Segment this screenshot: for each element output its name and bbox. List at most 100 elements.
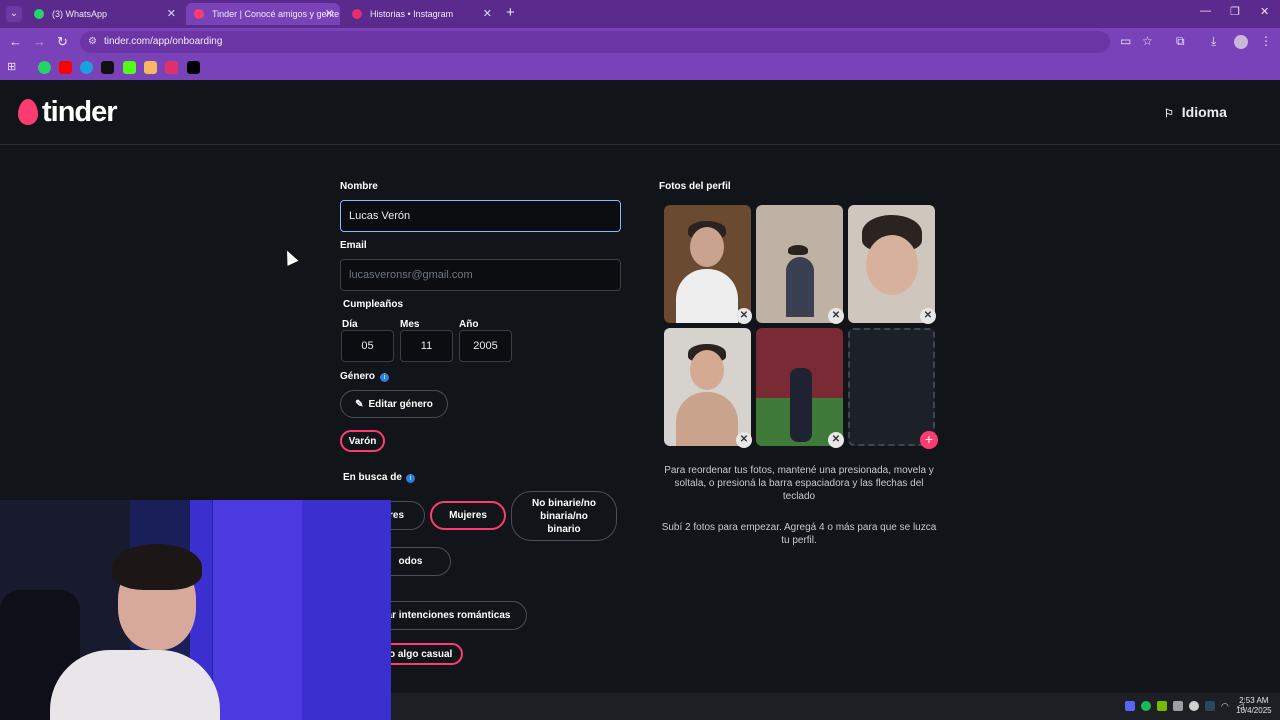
extensions-icon[interactable]: ⧉ <box>1176 34 1185 49</box>
x-icon[interactable] <box>187 61 200 74</box>
remove-photo-icon[interactable]: ✕ <box>736 308 752 324</box>
edit-gender-button[interactable]: ✎ Editar género <box>340 390 448 418</box>
info-icon[interactable]: i <box>380 373 389 382</box>
month-value: 11 <box>420 340 433 352</box>
profile-avatar[interactable] <box>1234 35 1248 49</box>
birthday-label: Cumpleaños <box>343 299 404 310</box>
tab-title: (3) WhatsApp <box>52 9 108 19</box>
gender-chip-varon[interactable]: Varón <box>340 430 385 452</box>
browser-tab-bar: ⌄ (3) WhatsApp ✕ Tinder | Conocé amigos … <box>0 0 1280 28</box>
wifi-icon[interactable]: ◠ <box>1221 701 1231 711</box>
kick-icon[interactable] <box>123 61 136 74</box>
upload-help-text: Subí 2 fotos para empezar. Agregá 4 o má… <box>661 522 937 546</box>
name-label: Nombre <box>340 181 378 192</box>
remove-photo-icon[interactable]: ✕ <box>736 432 752 448</box>
year-label: Año <box>459 319 479 330</box>
gender-value: Varón <box>348 435 377 447</box>
day-field[interactable]: 05 <box>341 330 394 362</box>
youtube-icon[interactable] <box>59 61 72 74</box>
profile-photo-2[interactable] <box>756 205 843 323</box>
edge-icon[interactable] <box>80 61 93 74</box>
address-bar[interactable]: ⚙ tinder.com/app/onboarding <box>80 31 1110 53</box>
photos-label: Fotos del perfil <box>659 181 731 192</box>
system-clock[interactable]: 2:53 AM 10/4/2025 <box>1236 696 1272 716</box>
window-close-icon[interactable]: ✕ <box>1260 5 1269 18</box>
tab-search-icon[interactable]: ⌄ <box>6 6 22 22</box>
bookmarks-bar: ⊞ <box>0 56 1280 80</box>
tab-title: Historias • Instagram <box>370 9 454 19</box>
new-tab-icon[interactable]: + <box>506 4 515 21</box>
webcam-person <box>112 544 202 590</box>
email-label: Email <box>340 240 367 251</box>
option-label: Mujeres <box>449 510 487 521</box>
option-label: No binarie/no binaria/no binario <box>532 497 596 535</box>
reorder-help-text: Para reordenar tus fotos, mantené una pr… <box>664 465 934 502</box>
info-icon[interactable]: i <box>406 474 415 483</box>
forward-icon[interactable]: → <box>33 34 46 50</box>
flame-icon <box>18 99 38 125</box>
profile-photo-3[interactable] <box>848 205 935 323</box>
back-icon[interactable]: ← <box>9 34 22 50</box>
pencil-icon: ✎ <box>355 398 364 410</box>
name-field[interactable]: Lucas Verón <box>340 200 621 232</box>
photo-content <box>676 269 738 323</box>
mail-icon[interactable] <box>144 61 157 74</box>
add-photo-icon[interactable]: + <box>920 431 938 449</box>
close-icon[interactable]: ✕ <box>325 3 334 25</box>
option-label: odos <box>398 556 423 567</box>
email-field[interactable]: lucasveronsr@gmail.com <box>340 259 621 291</box>
tab-tinder[interactable]: Tinder | Conocé amigos y gente ✕ <box>186 3 340 25</box>
spotify-icon[interactable] <box>1141 701 1151 711</box>
seeking-option-no-binarie[interactable]: No binarie/no binaria/no binario <box>511 491 617 541</box>
intent-option-romantic[interactable]: ar intenciones románticas <box>370 601 527 630</box>
taskbar: ◠ ◁ <box>391 693 1280 720</box>
photo-content <box>866 235 918 295</box>
menu-icon[interactable]: ⋮ <box>1260 34 1272 48</box>
close-icon[interactable]: ✕ <box>483 3 492 25</box>
day-label: Día <box>342 319 358 330</box>
profile-photo-1[interactable] <box>664 205 751 323</box>
language-button[interactable]: ⚐ Idioma <box>1164 104 1227 120</box>
seeking-option-mujeres[interactable]: Mujeres <box>430 501 506 530</box>
remove-photo-icon[interactable]: ✕ <box>920 308 936 324</box>
nvidia-icon[interactable] <box>1157 701 1167 711</box>
download-icon[interactable]: ⤓ <box>1211 34 1216 49</box>
whatsapp-icon[interactable] <box>38 61 51 74</box>
instagram-icon[interactable] <box>165 61 178 74</box>
clock-time: 2:53 AM <box>1239 696 1269 705</box>
site-info-icon[interactable]: ⚙ <box>88 31 97 53</box>
tiktok-icon[interactable] <box>101 61 114 74</box>
reload-icon[interactable]: ↻ <box>57 34 68 50</box>
profile-photo-5[interactable] <box>756 328 843 446</box>
discord-icon[interactable] <box>1125 701 1135 711</box>
email-placeholder: lucasveronsr@gmail.com <box>349 269 473 281</box>
edit-gender-label: Editar género <box>368 398 433 410</box>
site-header: tinder ⚐ Idioma <box>0 80 1280 145</box>
profile-photo-4[interactable] <box>664 328 751 446</box>
year-field[interactable]: 2005 <box>459 330 512 362</box>
steam-icon[interactable] <box>1205 701 1215 711</box>
url-text: tinder.com/app/onboarding <box>104 36 223 47</box>
empty-photo-slot[interactable] <box>848 328 935 446</box>
year-value: 2005 <box>473 340 498 352</box>
bookmark-star-icon[interactable]: ☆ <box>1142 34 1153 48</box>
tray-app-icon[interactable] <box>1173 701 1183 711</box>
tray-app-icon[interactable] <box>1189 701 1199 711</box>
tab-instagram[interactable]: Historias • Instagram ✕ <box>344 3 498 25</box>
apps-grid-icon[interactable]: ⊞ <box>7 61 20 74</box>
seeking-label: En busca de <box>343 472 402 483</box>
remove-photo-icon[interactable]: ✕ <box>828 308 844 324</box>
name-value: Lucas Verón <box>349 210 411 222</box>
month-field[interactable]: 11 <box>400 330 453 362</box>
remove-photo-icon[interactable]: ✕ <box>828 432 844 448</box>
gender-label: Género <box>340 371 376 382</box>
tinder-logo[interactable]: tinder <box>18 96 118 128</box>
option-label: ar intenciones románticas <box>386 610 511 621</box>
minimize-icon[interactable]: — <box>1200 5 1211 17</box>
cast-icon[interactable]: ▭ <box>1120 34 1131 48</box>
photo-content <box>788 245 808 255</box>
tab-whatsapp[interactable]: (3) WhatsApp ✕ <box>26 3 182 25</box>
photo-content <box>690 227 724 267</box>
close-icon[interactable]: ✕ <box>167 3 176 25</box>
restore-icon[interactable]: ❐ <box>1230 5 1240 18</box>
